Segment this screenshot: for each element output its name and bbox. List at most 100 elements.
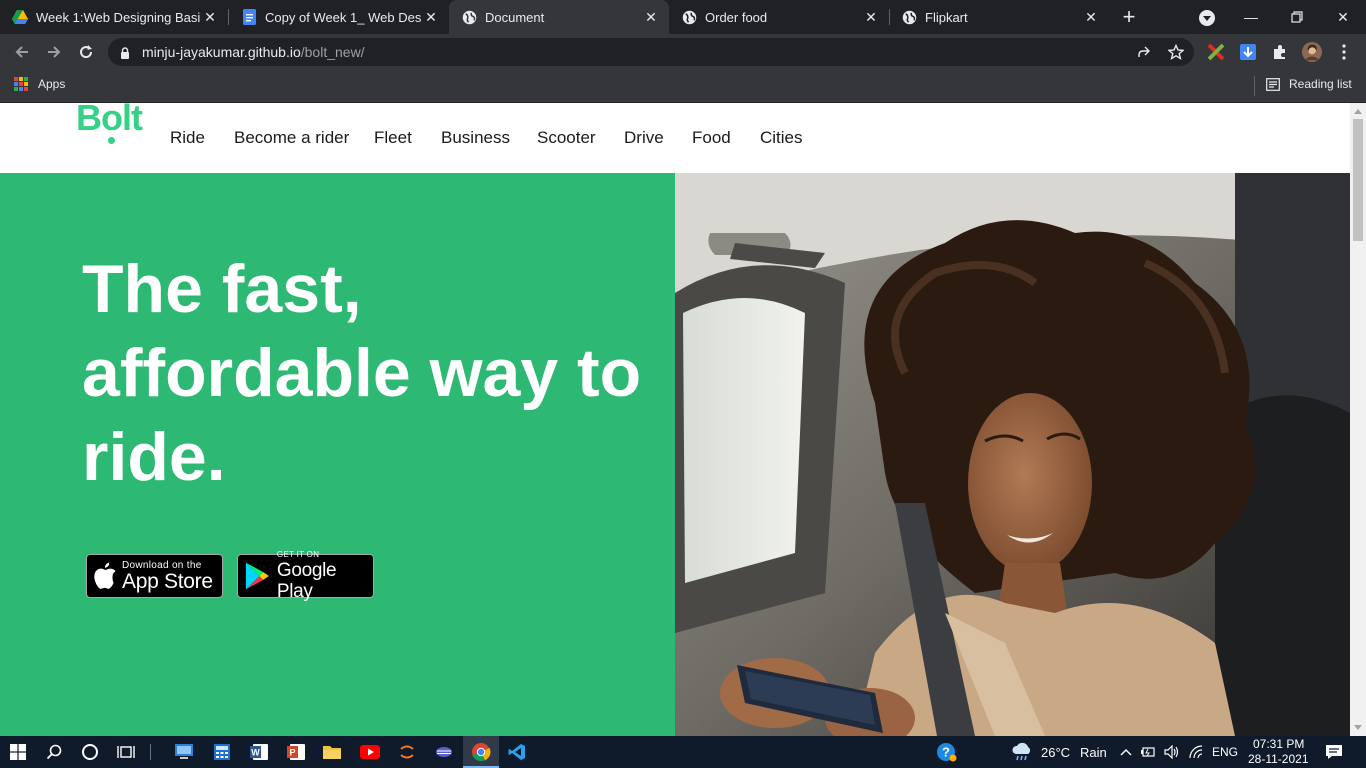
share-icon[interactable] — [1134, 42, 1154, 62]
google-play-small-text: GET IT ON — [276, 550, 320, 559]
close-window-button[interactable]: ✕ — [1320, 0, 1366, 34]
language-indicator[interactable]: ENG — [1212, 745, 1238, 759]
close-tab-icon[interactable]: ✕ — [641, 7, 661, 27]
forward-button[interactable] — [42, 40, 66, 64]
arrow-left-icon — [15, 46, 28, 58]
nav-link-scooter[interactable]: Scooter — [537, 128, 596, 148]
tab-copy-week1[interactable]: Copy of Week 1_ Web Designi ✕ — [229, 0, 449, 34]
clock-time[interactable]: 07:31 PM — [1253, 737, 1304, 751]
hero-image — [675, 173, 1350, 736]
notifications-icon[interactable] — [1322, 740, 1346, 764]
close-tab-icon[interactable]: ✕ — [1081, 7, 1101, 27]
search-icon[interactable] — [42, 740, 66, 764]
url-host: minju-jayakumar.github.io — [142, 44, 301, 60]
new-tab-button[interactable]: + — [1116, 4, 1142, 29]
apps-grid-icon — [14, 77, 28, 91]
lock-icon[interactable] — [120, 46, 130, 64]
apple-icon — [94, 562, 116, 589]
chevron-up-icon[interactable] — [1114, 740, 1138, 764]
logo-text: Bolt — [76, 103, 143, 138]
battery-icon[interactable] — [1136, 740, 1160, 764]
app-store-button[interactable]: Download on the App Store — [86, 554, 223, 598]
this-pc-icon[interactable] — [172, 740, 196, 764]
windows-start-icon[interactable] — [6, 740, 30, 764]
google-play-icon — [245, 562, 269, 590]
word-icon[interactable]: W — [247, 740, 271, 764]
reload-button[interactable] — [74, 40, 98, 64]
restore-button[interactable] — [1274, 0, 1320, 34]
back-button[interactable] — [10, 40, 34, 64]
hero-headline: The fast, affordable way to ride. — [82, 251, 642, 495]
tab-document[interactable]: Document ✕ — [449, 0, 669, 34]
menu-kebab-icon[interactable] — [1334, 42, 1354, 62]
reading-list-icon — [1266, 77, 1280, 91]
tab-order-food[interactable]: Order food ✕ — [669, 0, 889, 34]
scroll-down-arrow-icon[interactable] — [1354, 725, 1362, 730]
close-tab-icon[interactable]: ✕ — [421, 7, 441, 27]
svg-text:W: W — [251, 748, 260, 758]
google-play-big-text: Google Play — [276, 560, 337, 602]
logo-dot — [108, 137, 115, 144]
nav-link-become-a-rider[interactable]: Become a rider — [234, 128, 349, 148]
globe-icon — [901, 9, 917, 25]
close-tab-icon[interactable]: ✕ — [861, 7, 881, 27]
bookmark-star-icon[interactable] — [1166, 42, 1186, 62]
page-scrollbar[interactable] — [1350, 103, 1366, 736]
weather-rain-icon[interactable] — [1010, 740, 1034, 764]
download-icon[interactable] — [1238, 42, 1258, 62]
help-icon[interactable]: ? — [934, 740, 958, 764]
globe-icon — [681, 9, 697, 25]
woman-in-car-photo — [675, 173, 1350, 736]
nav-link-fleet[interactable]: Fleet — [374, 128, 412, 148]
close-tab-icon[interactable]: ✕ — [200, 7, 220, 27]
url-text: minju-jayakumar.github.io/bolt_new/ — [142, 44, 365, 60]
nav-link-business[interactable]: Business — [441, 128, 510, 148]
divider — [1254, 76, 1255, 96]
extension-x-icon[interactable] — [1206, 42, 1226, 62]
youtube-icon[interactable] — [358, 740, 382, 764]
nav-link-drive[interactable]: Drive — [624, 128, 664, 148]
svg-text:?: ? — [942, 745, 950, 760]
chrome-icon[interactable] — [469, 740, 493, 764]
nav-link-food[interactable]: Food — [692, 128, 731, 148]
minimize-button[interactable]: — — [1228, 0, 1274, 34]
tab-search-button[interactable] — [1196, 7, 1218, 29]
app-store-big-text: App Store — [122, 569, 213, 593]
jupyter-icon[interactable] — [395, 740, 419, 764]
apps-shortcut[interactable]: Apps — [14, 77, 65, 91]
app-store-small-text: Download on the — [122, 559, 202, 571]
vscode-icon[interactable] — [505, 740, 529, 764]
cortana-icon[interactable] — [78, 740, 102, 764]
extensions-puzzle-icon[interactable] — [1270, 42, 1290, 62]
task-view-icon[interactable] — [114, 740, 138, 764]
browser-toolbar: minju-jayakumar.github.io/bolt_new/ — [0, 34, 1366, 70]
scroll-up-arrow-icon[interactable] — [1354, 109, 1362, 114]
tab-flipkart[interactable]: Flipkart ✕ — [889, 0, 1109, 34]
file-explorer-icon[interactable] — [320, 740, 344, 764]
scrollbar-thumb[interactable] — [1353, 119, 1363, 241]
tab-strip: Week 1:Web Designing Basics ✕ Copy of We… — [0, 0, 1366, 34]
profile-avatar[interactable] — [1302, 42, 1322, 62]
tab-week1[interactable]: Week 1:Web Designing Basics ✕ — [0, 0, 228, 34]
address-bar[interactable]: minju-jayakumar.github.io/bolt_new/ — [108, 38, 1194, 66]
powerpoint-icon[interactable]: P — [284, 740, 308, 764]
app-icon[interactable] — [432, 740, 456, 764]
svg-text:P: P — [289, 748, 295, 758]
site-navbar: Bolt Ride Become a rider Fleet Business … — [0, 103, 1350, 173]
nav-link-cities[interactable]: Cities — [760, 128, 803, 148]
bolt-logo[interactable]: Bolt — [76, 103, 143, 144]
tab-title: Copy of Week 1_ Web Designi — [265, 9, 421, 25]
nav-link-ride[interactable]: Ride — [170, 128, 205, 148]
divider — [150, 744, 151, 760]
clock-date[interactable]: 28-11-2021 — [1248, 752, 1309, 766]
google-docs-icon — [241, 9, 257, 25]
tab-title: Order food — [705, 9, 768, 25]
reading-list-button[interactable]: Reading list — [1266, 77, 1352, 91]
weather-condition[interactable]: Rain — [1080, 745, 1107, 760]
bookmarks-bar: Apps Reading list — [0, 70, 1366, 102]
volume-icon[interactable] — [1160, 740, 1184, 764]
calculator-icon[interactable] — [210, 740, 234, 764]
wifi-icon[interactable] — [1184, 740, 1208, 764]
weather-temp[interactable]: 26°C — [1041, 745, 1070, 760]
google-play-button[interactable]: GET IT ON Google Play — [237, 550, 374, 602]
